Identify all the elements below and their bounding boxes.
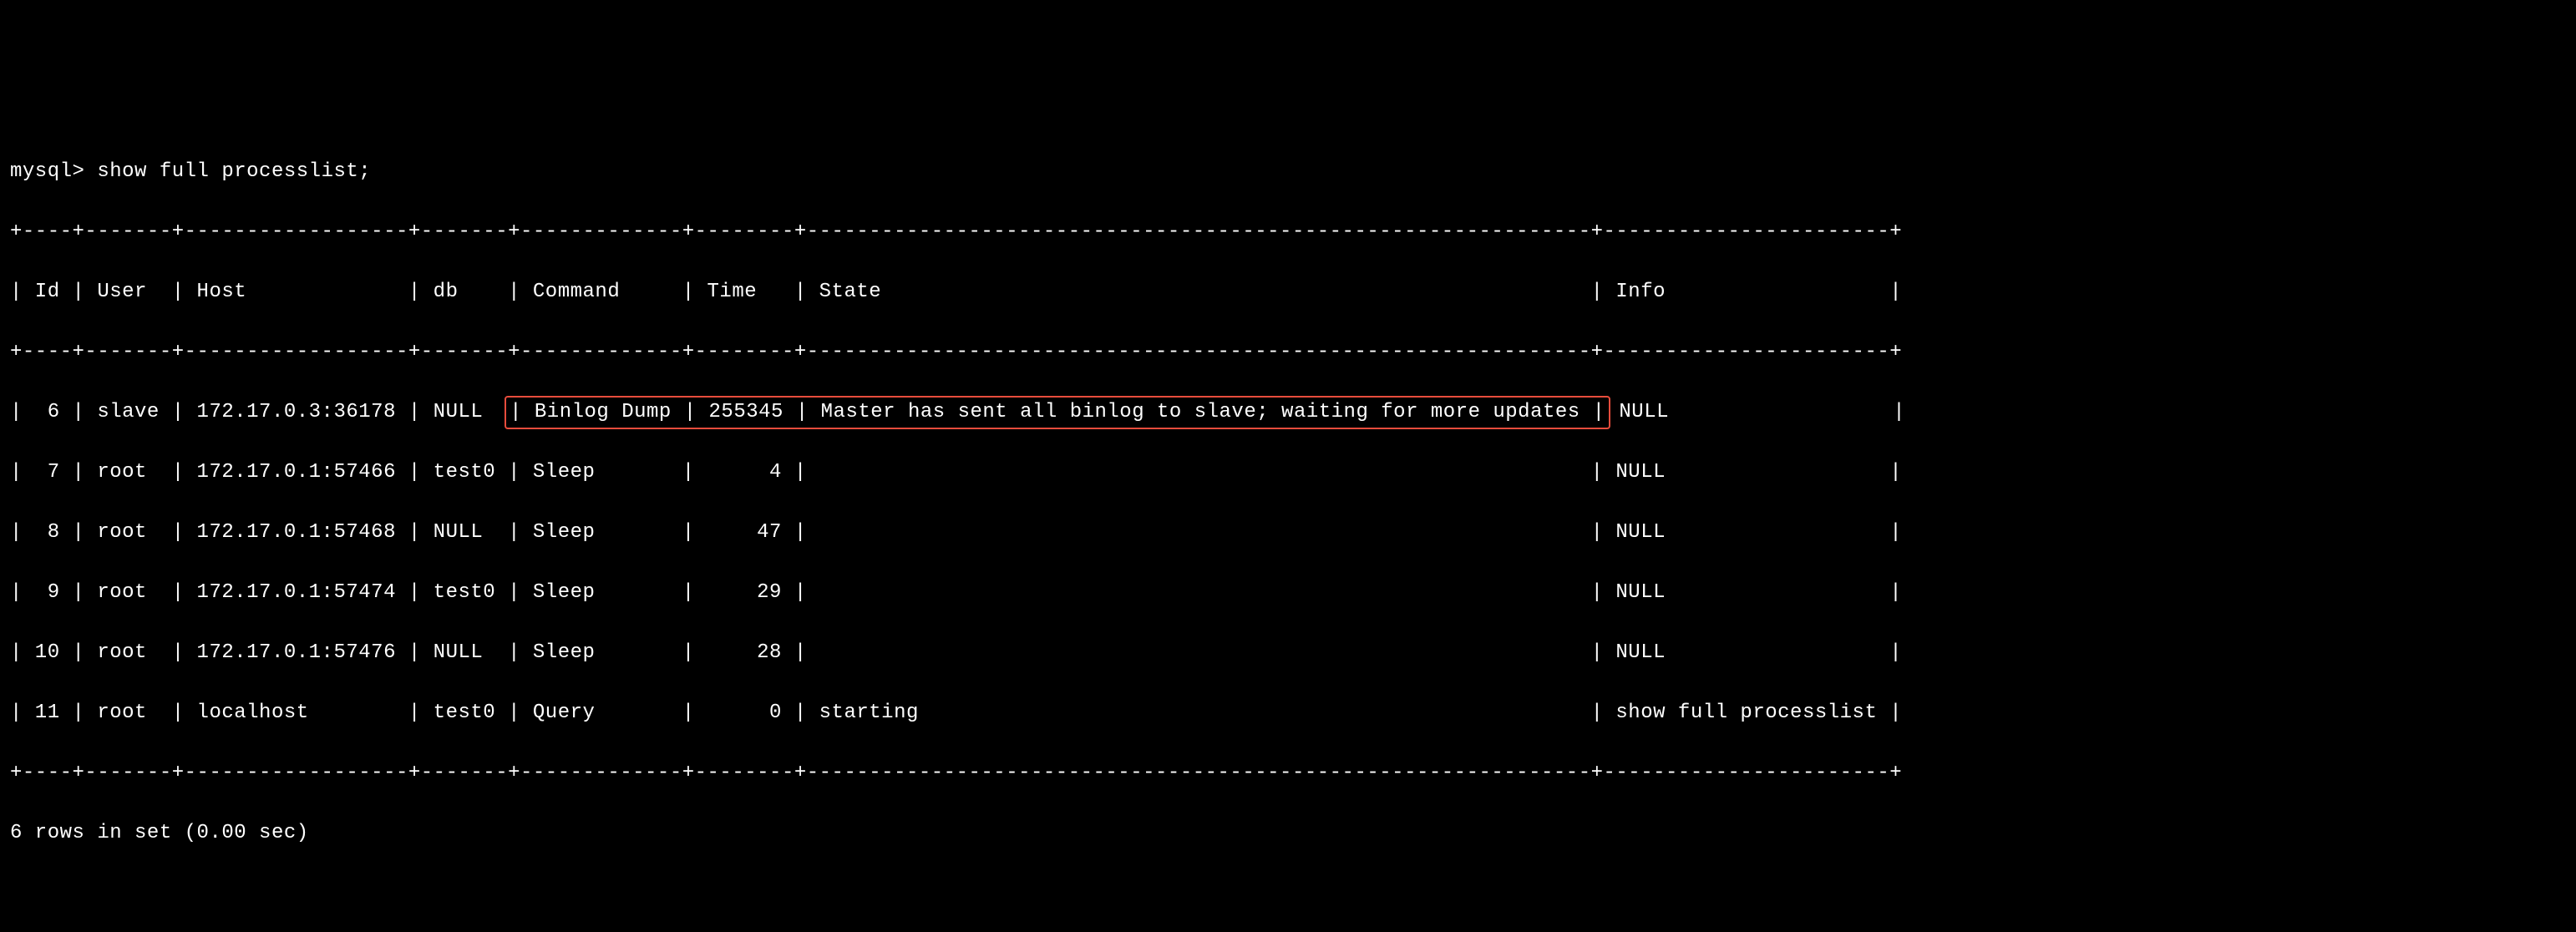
table-row: | 7 | root | 172.17.0.1:57466 | test0 | …	[10, 458, 2566, 488]
table-row: | 8 | root | 172.17.0.1:57468 | NULL | S…	[10, 518, 2566, 548]
table-row: | 9 | root | 172.17.0.1:57474 | test0 | …	[10, 578, 2566, 608]
sql-command: show full processlist;	[97, 160, 371, 183]
table-top-border: +----+-------+------------------+-------…	[10, 217, 2566, 247]
table-mid-border: +----+-------+------------------+-------…	[10, 337, 2566, 367]
mysql-prompt: mysql>	[10, 160, 84, 183]
result-footer: 6 rows in set (0.00 sec)	[10, 818, 2566, 848]
highlighted-binlog-dump: | Binlog Dump | 255345 | Master has sent…	[505, 396, 1610, 429]
terminal-output: mysql> show full processlist; +----+----…	[10, 127, 2566, 879]
row-suffix: NULL |	[1607, 401, 1906, 423]
prompt-line: mysql> show full processlist;	[10, 157, 2566, 187]
row-prefix: | 6 | slave | 172.17.0.3:36178 | NULL	[10, 401, 508, 423]
table-row: | 11 | root | localhost | test0 | Query …	[10, 698, 2566, 728]
table-row: | 6 | slave | 172.17.0.3:36178 | NULL | …	[10, 398, 2566, 428]
table-row: | 10 | root | 172.17.0.1:57476 | NULL | …	[10, 638, 2566, 668]
table-header: | Id | User | Host | db | Command | Time…	[10, 277, 2566, 307]
table-bottom-border: +----+-------+------------------+-------…	[10, 758, 2566, 788]
